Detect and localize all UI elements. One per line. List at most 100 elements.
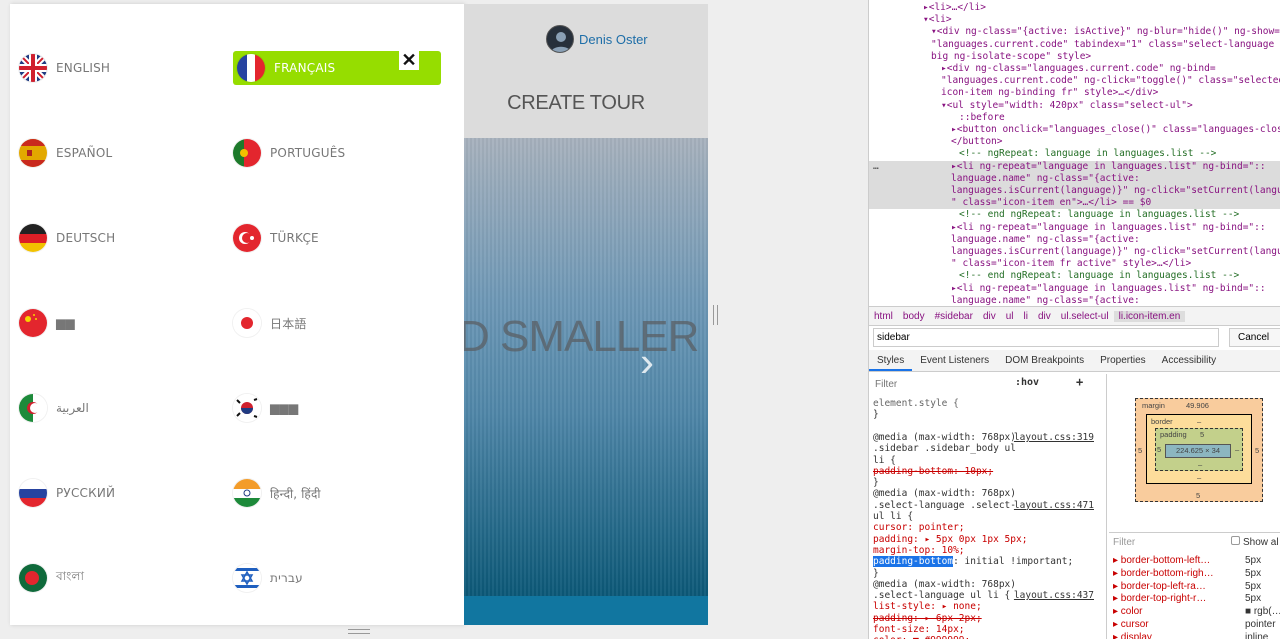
computed-property[interactable]: ▸ border-top-right-r… (1113, 593, 1206, 604)
breadcrumb-item[interactable]: #sidebar (930, 311, 978, 322)
next-slide-arrow-icon[interactable]: › (640, 338, 654, 386)
margin-top-value[interactable]: 49.906 (1186, 401, 1209, 410)
breadcrumb-item[interactable]: div (1033, 311, 1056, 322)
tab-properties[interactable]: Properties (1092, 350, 1154, 371)
style-rule-line[interactable]: .select-language .select- (873, 500, 1016, 511)
cancel-button[interactable]: Cancel (1229, 328, 1280, 347)
border-bottom-value[interactable]: – (1197, 473, 1201, 482)
source-link[interactable]: layout.css:471 (1014, 500, 1094, 511)
tab-event-listeners[interactable]: Event Listeners (912, 350, 997, 371)
style-rule-line[interactable]: padding: ▸ 5px 0px 1px 5px; (873, 534, 1027, 545)
style-rule-line[interactable]: element.style { (873, 398, 959, 409)
style-rule-line[interactable]: font-size: 14px; (873, 624, 965, 635)
language-item[interactable]: TÜRKÇE (233, 221, 319, 255)
style-rule-line[interactable]: li { (873, 455, 896, 466)
margin-bottom-value[interactable]: 5 (1196, 491, 1200, 500)
user-profile[interactable]: Denis Oster (546, 25, 648, 53)
styles-filter-input[interactable] (872, 376, 1004, 392)
highlighted-property[interactable]: padding-bottom (873, 556, 954, 568)
style-rule-line[interactable]: padding-bottom: initial !important; (873, 556, 1073, 568)
style-rule-line[interactable]: @media (max-width: 768px) (873, 432, 1016, 443)
dom-node-line[interactable]: <!-- ngRepeat: language in languages.lis… (959, 148, 1216, 160)
breadcrumb-item[interactable]: li (1019, 311, 1033, 322)
margin-left-value[interactable]: 5 (1138, 446, 1142, 455)
padding-top-value[interactable]: 5 (1200, 430, 1204, 439)
dom-node-line[interactable]: languages.isCurrent(language)}" ng-click… (951, 185, 1280, 197)
dom-node-line[interactable]: icon-item ng-binding fr" style>…</div> (941, 87, 1158, 99)
computed-property[interactable]: ▸ border-bottom-left… (1113, 555, 1210, 566)
computed-property[interactable]: ▸ border-bottom-righ… (1113, 568, 1214, 579)
language-item[interactable]: বাংলা (19, 561, 84, 595)
style-rule-line[interactable]: list-style: ▸ none; (873, 601, 982, 612)
dom-node-line[interactable]: <!-- end ngRepeat: language in languages… (959, 209, 1239, 221)
create-tour-button[interactable]: CREATE TOUR (464, 92, 688, 115)
resize-handle-horizontal[interactable] (348, 629, 370, 634)
add-rule-button[interactable]: + (1076, 375, 1083, 389)
language-item[interactable]: עברית (233, 561, 303, 595)
source-link[interactable]: layout.css:319 (1014, 432, 1094, 443)
dom-node-line[interactable]: ▸<li ng-repeat="language in languages.li… (951, 222, 1266, 234)
box-content[interactable]: 224.625 × 34 (1165, 444, 1231, 458)
style-rule-line[interactable]: @media (max-width: 768px) (873, 579, 1016, 590)
dom-node-line[interactable]: ▾<li> (923, 14, 952, 26)
dom-node-line[interactable]: " class="icon-item fr active" style>…</l… (951, 258, 1191, 270)
tab-dom-breakpoints[interactable]: DOM Breakpoints (997, 350, 1092, 371)
computed-property[interactable]: ▸ cursor (1113, 619, 1149, 630)
dom-node-line[interactable]: ▾<div ng-class="{active: isActive}" ng-b… (931, 26, 1280, 38)
dom-node-line[interactable]: ▸<div ng-class="languages.current.code" … (941, 63, 1216, 75)
language-item[interactable]: РУССКИЙ (19, 476, 115, 510)
breadcrumb-item[interactable]: div (978, 311, 1001, 322)
tab-accessibility[interactable]: Accessibility (1154, 350, 1224, 371)
language-item[interactable]: ENGLISH (19, 51, 110, 85)
dom-node-line[interactable]: </button> (951, 136, 1002, 148)
style-rule-line[interactable]: } (873, 409, 879, 420)
language-item[interactable]: हिन्दी, हिंदी (233, 476, 321, 510)
more-icon[interactable]: … (873, 161, 879, 173)
style-rule-line[interactable]: color: ■ #999999; (873, 635, 970, 639)
style-rule-line[interactable]: cursor: pointer; (873, 522, 965, 533)
dom-node-line[interactable]: languages.isCurrent(language)}" ng-click… (951, 246, 1280, 258)
dom-node-line[interactable]: big ng-isolate-scope" style> (931, 51, 1091, 63)
language-item[interactable]: PORTUGUÊS (233, 136, 345, 170)
dom-node-line[interactable]: ▸<li ng-repeat="language in languages.li… (951, 161, 1266, 173)
style-rule-line[interactable]: } (873, 477, 879, 488)
computed-property[interactable]: ▸ display (1113, 632, 1152, 639)
margin-right-value[interactable]: 5 (1255, 446, 1259, 455)
breadcrumb-item[interactable]: ul (1001, 311, 1019, 322)
username[interactable]: Denis Oster (579, 32, 648, 47)
style-rule-line[interactable]: @media (max-width: 768px) (873, 488, 1016, 499)
hov-toggle[interactable]: :hov (1015, 377, 1039, 388)
language-item[interactable]: ▆▆ (19, 306, 75, 340)
language-item[interactable]: DEUTSCH (19, 221, 115, 255)
source-link[interactable]: layout.css:437 (1014, 590, 1094, 601)
style-rule-line[interactable]: ul li { (873, 511, 913, 522)
search-input[interactable] (873, 328, 1219, 347)
dom-node-line[interactable]: "languages.current.code" tabindex="1" cl… (931, 39, 1280, 51)
style-rule-line[interactable]: .sidebar .sidebar_body ul (873, 443, 1016, 454)
dom-node-line[interactable]: ▾<ul style="width: 420px" class="select-… (941, 100, 1193, 112)
language-item[interactable]: 日本語 (233, 306, 307, 340)
language-item[interactable]: ▆▆▆ (233, 391, 298, 425)
style-rule-line[interactable]: .select-language ul li { (873, 590, 1010, 601)
resize-handle-vertical[interactable] (713, 305, 718, 325)
dom-node-line[interactable]: " class="icon-item en">…</li> == $0 (951, 197, 1151, 209)
language-item[interactable]: ESPAÑOL (19, 136, 112, 170)
dom-node-line[interactable]: language.name" ng-class="{active: (951, 173, 1140, 185)
style-rule-line[interactable]: } (873, 568, 879, 579)
padding-left-value[interactable]: 5 (1157, 445, 1161, 454)
padding-bottom-value[interactable]: – (1198, 460, 1202, 469)
computed-property[interactable]: ▸ color (1113, 606, 1142, 617)
computed-property[interactable]: ▸ border-top-left-ra… (1113, 581, 1206, 592)
padding-right-value[interactable]: – (1235, 445, 1239, 454)
style-rule-line[interactable]: margin-top: 10%; (873, 545, 965, 556)
dom-node-line[interactable]: ▸<li ng-repeat="language in languages.li… (951, 283, 1266, 295)
breadcrumb-item[interactable]: body (898, 311, 930, 322)
computed-filter-input[interactable]: Filter (1113, 537, 1135, 548)
language-item[interactable]: العربية (19, 391, 89, 425)
close-button[interactable]: ✕ (399, 50, 419, 70)
dom-node-line[interactable]: "languages.current.code" ng-click="toggl… (941, 75, 1280, 87)
style-rule-line[interactable]: padding: ▸ 6px 2px; (873, 613, 982, 624)
dom-node-line[interactable]: <!-- end ngRepeat: language in languages… (959, 270, 1239, 282)
breadcrumb-item[interactable]: li.icon-item.en (1113, 310, 1186, 322)
dom-node-line[interactable]: ▸<li>…</li> (923, 2, 986, 14)
